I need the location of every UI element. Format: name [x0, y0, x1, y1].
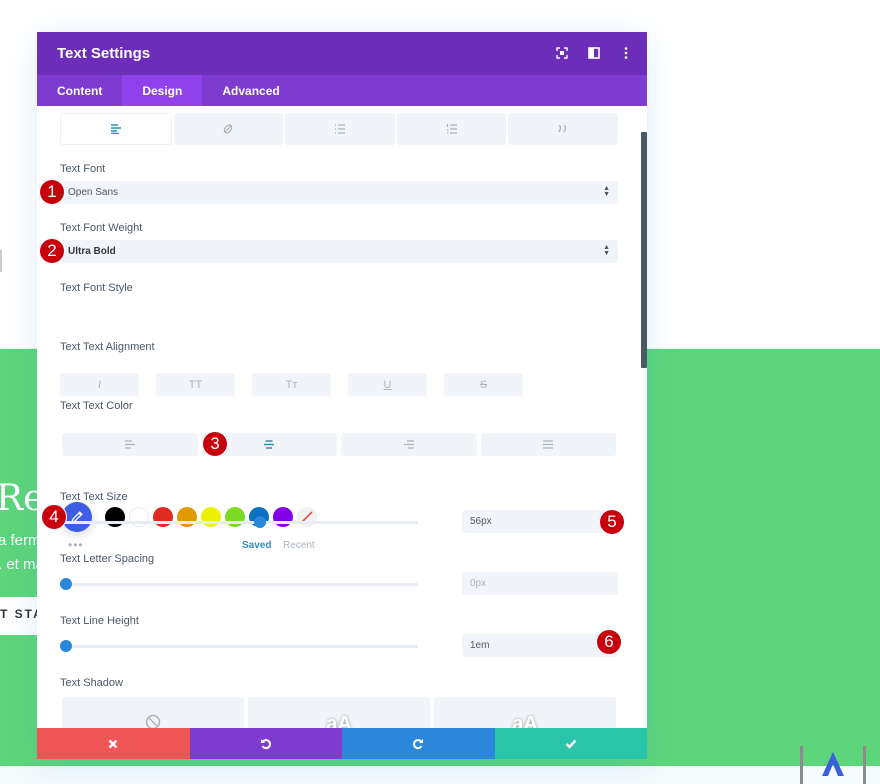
color-swatch[interactable]: [273, 507, 293, 527]
annotation-badge-1: 1: [40, 180, 64, 204]
text-font-select[interactable]: Open Sans ▲ ▼: [60, 181, 618, 204]
text-alignment-label: Text Text Alignment: [60, 341, 155, 353]
align-justify-icon: [543, 440, 554, 449]
align-justify-button[interactable]: [480, 433, 616, 456]
annotation-badge-2: 2: [40, 239, 64, 263]
logo-a-icon: [822, 752, 844, 776]
quote-icon: [558, 125, 567, 133]
subtab-ordered-list[interactable]: [396, 113, 507, 145]
color-swatch[interactable]: [129, 507, 149, 527]
annotation-badge-3: 3: [203, 432, 227, 456]
undo-icon: [260, 738, 271, 749]
modal-header: Text Settings: [37, 32, 647, 75]
close-icon: [108, 739, 118, 748]
text-font-weight-label: Text Font Weight: [60, 222, 143, 234]
scrollbar[interactable]: [641, 132, 647, 368]
letter-spacing-slider[interactable]: [60, 578, 418, 590]
recent-colors-tab[interactable]: Recent: [283, 540, 315, 551]
annotation-badge-4: 4: [42, 505, 66, 529]
select-arrows-icon: ▲ ▼: [603, 185, 610, 198]
color-swatch[interactable]: [201, 507, 221, 527]
letter-spacing-input[interactable]: 0px: [462, 572, 618, 595]
no-color-icon: [301, 511, 313, 523]
checkmark-icon: [565, 739, 577, 749]
align-right-icon: [403, 440, 414, 449]
line-height-slider[interactable]: [60, 640, 418, 652]
logo-bar-left: [800, 746, 803, 784]
subtab-text[interactable]: [60, 113, 172, 145]
italic-button[interactable]: I: [60, 373, 139, 396]
text-font-value: Open Sans: [68, 187, 119, 198]
color-swatches: [105, 507, 317, 527]
text-font-label: Text Font: [60, 163, 106, 175]
text-settings-modal: Text Settings Content Design Advanced Te…: [37, 32, 647, 759]
letter-spacing-label: Text Letter Spacing: [60, 553, 155, 565]
clear-color-swatch[interactable]: [297, 507, 317, 527]
underline-button[interactable]: U: [348, 373, 427, 396]
modal-title: Text Settings: [57, 45, 151, 62]
font-style-buttons: I TT Tт U S: [60, 373, 523, 396]
modal-body: Text Font 1 Open Sans ▲ ▼ Text Font Weigh…: [37, 106, 647, 737]
text-size-label: Text Text Size: [60, 491, 128, 503]
text-size-slider-thumb[interactable]: [253, 516, 266, 528]
color-swatch[interactable]: [153, 507, 173, 527]
modal-footer: [37, 728, 647, 759]
redo-icon: [413, 738, 424, 749]
text-color-label: Text Text Color: [60, 400, 133, 412]
annotation-badge-6: 6: [597, 630, 621, 654]
brand-logo: [800, 746, 866, 784]
subtab-link[interactable]: [173, 113, 284, 145]
saved-colors-tab[interactable]: Saved: [242, 540, 271, 551]
align-center-icon: [264, 440, 275, 449]
text-size-input[interactable]: 56px: [462, 510, 618, 533]
background-paragraph-line: a ferm: [0, 532, 41, 549]
strikethrough-button[interactable]: S: [444, 373, 523, 396]
select-arrows-icon: ▲ ▼: [603, 244, 610, 257]
subtab-unordered-list[interactable]: [285, 113, 395, 145]
page: Rer a ferm . et ma T STA Text Settings C…: [0, 0, 880, 784]
color-swatch[interactable]: [225, 507, 245, 527]
tab-content[interactable]: Content: [37, 75, 122, 106]
uppercase-button[interactable]: TT: [156, 373, 235, 396]
unordered-list-icon: [334, 124, 345, 134]
color-swatch[interactable]: [105, 507, 125, 527]
text-alignment-buttons: [62, 433, 616, 456]
color-swatch[interactable]: [177, 507, 197, 527]
align-left-button[interactable]: [62, 433, 198, 456]
save-button[interactable]: [494, 728, 647, 759]
text-font-style-label: Text Font Style: [60, 282, 133, 294]
background-bottom-strip: [0, 766, 880, 784]
redo-button[interactable]: [342, 728, 495, 759]
modal-tabs: Content Design Advanced: [37, 75, 647, 106]
line-height-label: Text Line Height: [60, 615, 139, 627]
tab-advanced[interactable]: Advanced: [202, 75, 299, 106]
annotation-badge-5: 5: [600, 510, 624, 534]
text-subtabs: [60, 113, 618, 145]
discard-button[interactable]: [37, 728, 190, 759]
background-cursor-mark: [0, 250, 2, 272]
text-font-weight-value: Ultra Bold: [68, 246, 116, 257]
line-height-input[interactable]: 1em: [462, 634, 618, 657]
tab-design[interactable]: Design: [122, 75, 203, 106]
text-shadow-label: Text Shadow: [60, 677, 123, 689]
logo-bar-right: [863, 746, 866, 784]
text-font-weight-select[interactable]: Ultra Bold ▲ ▼: [60, 240, 618, 263]
subtab-quote[interactable]: [508, 113, 618, 145]
capitalize-button[interactable]: Tт: [252, 373, 331, 396]
text-align-icon: [110, 124, 121, 134]
letter-spacing-slider-thumb[interactable]: [60, 578, 72, 590]
text-size-slider[interactable]: [60, 516, 418, 528]
line-height-slider-thumb[interactable]: [60, 640, 72, 652]
color-picker-button[interactable]: [62, 502, 92, 532]
ordered-list-icon: [446, 124, 457, 134]
link-icon: [224, 124, 233, 134]
more-options-icon[interactable]: [619, 46, 633, 60]
focus-icon[interactable]: [555, 46, 569, 60]
undo-button[interactable]: [189, 728, 342, 759]
split-view-icon[interactable]: [587, 46, 601, 60]
align-right-button[interactable]: [341, 433, 477, 456]
more-colors-button[interactable]: •••: [68, 538, 84, 552]
align-left-icon: [124, 440, 135, 449]
